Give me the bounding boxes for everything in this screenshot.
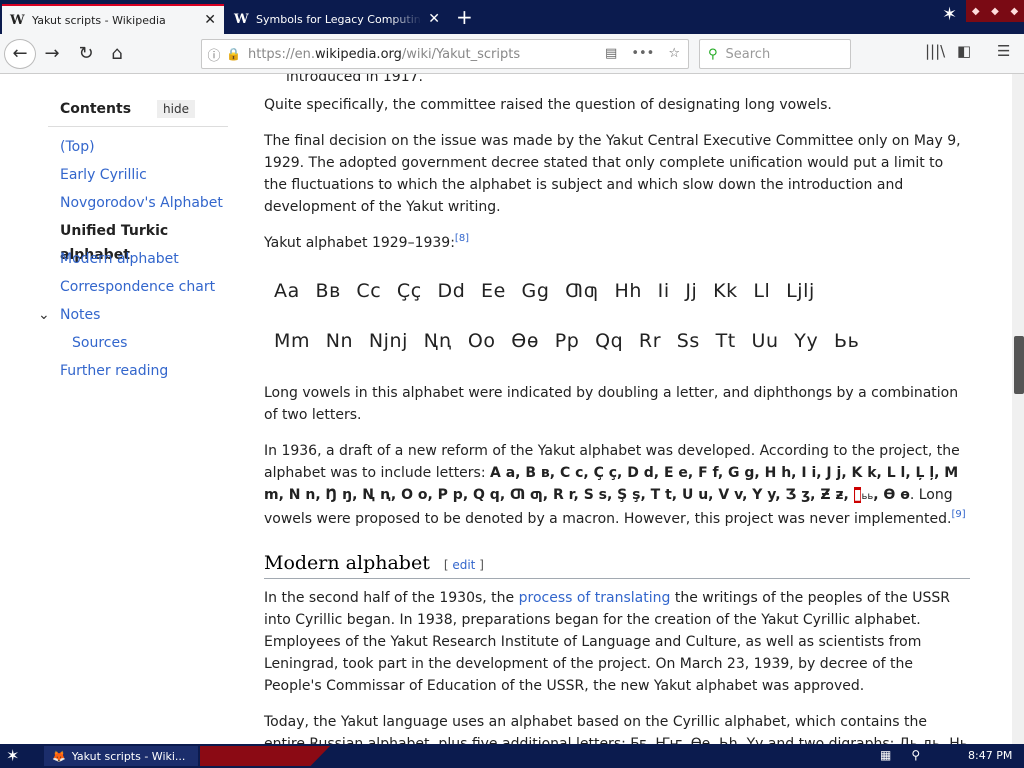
- toc-item-unified-turkic[interactable]: Unified Turkic alphabet: [48, 219, 228, 263]
- tab-symbols-legacy[interactable]: W Symbols for Legacy Computing - W ✕: [226, 4, 448, 34]
- window-controls: ◆ ◆ ◆: [966, 0, 1024, 22]
- paragraph: Yakut alphabet 1929–1939:[8]: [264, 232, 970, 254]
- lock-icon[interactable]: 🔒: [226, 47, 241, 61]
- table-of-contents: Contents hide (Top) Early Cyrillic Novgo…: [38, 96, 228, 387]
- reader-view-icon[interactable]: ▤: [605, 46, 617, 61]
- vertical-scrollbar[interactable]: [1012, 74, 1024, 744]
- taskbar-item-label: Yakut scripts - Wiki...: [71, 749, 186, 763]
- back-arrow-icon[interactable]: ←: [4, 39, 36, 69]
- toc-item-notes[interactable]: ⌄ Notes: [38, 303, 228, 331]
- reference-link[interactable]: [9]: [952, 509, 966, 520]
- scrollbar-thumb[interactable]: [1014, 336, 1024, 394]
- firefox-icon: 🦊: [52, 749, 66, 763]
- close-window-icon[interactable]: ◆: [1010, 6, 1018, 17]
- keyboard-icon[interactable]: ▦: [880, 748, 891, 762]
- tab-title: Symbols for Legacy Computing - W: [256, 12, 423, 26]
- paragraph: In 1936, a draft of a new reform of the …: [264, 440, 970, 530]
- paragraph-text: In the second half of the 1930s, the: [264, 590, 519, 606]
- article-body: introduced in 1917. Quite specifically, …: [264, 74, 970, 744]
- toc-item-top[interactable]: (Top): [48, 135, 228, 163]
- alphabet-row-1: Aa Bʙ Cc Çç Dd Ee Gg Ƣƣ Hh Ii Jj Kk Ll L…: [274, 280, 815, 302]
- toc-hide-button[interactable]: hide: [157, 100, 195, 118]
- toc-item-sources[interactable]: Sources: [48, 331, 228, 359]
- url-bar[interactable]: ⓘ 🔒 https://en.wikipedia.org/wiki/Yakut_…: [201, 39, 689, 69]
- edit-section: [ edit ]: [444, 554, 484, 576]
- small-glyph: ьь: [861, 491, 874, 502]
- toc-item-novgorodov[interactable]: Novgorodov's Alphabet: [48, 191, 228, 219]
- home-icon[interactable]: ⌂: [105, 42, 129, 66]
- taskbar-item-firefox[interactable]: 🦊 Yakut scripts - Wiki...: [44, 746, 198, 766]
- wikipedia-favicon-icon: W: [234, 11, 249, 27]
- toc-item-correspondence-chart[interactable]: Correspondence chart: [48, 275, 228, 303]
- url-text[interactable]: https://en.wikipedia.org/wiki/Yakut_scri…: [248, 47, 520, 62]
- reference-link[interactable]: [8]: [455, 233, 469, 244]
- taskbar-decoration: [200, 746, 330, 766]
- process-of-translating-link[interactable]: process of translating: [519, 590, 671, 606]
- clock[interactable]: 8:47 PM: [968, 749, 1012, 762]
- start-star-icon[interactable]: ✶: [6, 746, 19, 765]
- toc-title: Contents: [60, 101, 132, 117]
- toc-item-modern-alphabet[interactable]: Modern alphabet: [48, 247, 228, 275]
- chevron-down-icon[interactable]: ⌄: [38, 303, 50, 327]
- minimize-icon[interactable]: ◆: [972, 6, 980, 17]
- new-tab-icon[interactable]: +: [456, 4, 473, 30]
- close-icon[interactable]: ✕: [204, 12, 216, 28]
- toc-item-label: Notes: [60, 307, 101, 323]
- section-heading-modern-alphabet: Modern alphabet [ edit ]: [264, 544, 970, 579]
- search-icon: ⚲: [708, 46, 718, 62]
- clipped-list-item: introduced in 1917.: [286, 74, 423, 85]
- paragraph: Long vowels in this alphabet were indica…: [264, 385, 959, 423]
- toc-item-early-cyrillic[interactable]: Early Cyrillic: [48, 163, 228, 191]
- reload-icon[interactable]: ↻: [74, 42, 98, 66]
- menu-icon[interactable]: ☰: [997, 42, 1010, 60]
- tab-yakut-scripts[interactable]: W Yakut scripts - Wikipedia ✕: [2, 4, 224, 34]
- nav-toolbar: ← → ↻ ⌂ ⓘ 🔒 https://en.wikipedia.org/wik…: [0, 34, 1024, 74]
- page-content: Contents hide (Top) Early Cyrillic Novgo…: [0, 74, 1012, 744]
- taskbar: ✶ 🦊 Yakut scripts - Wiki... ▦ ⚲ 8:47 PM: [0, 744, 1024, 768]
- paragraph: Quite specifically, the committee raised…: [264, 97, 832, 113]
- firefox-tray-icon[interactable]: ⚲: [911, 748, 920, 762]
- close-icon[interactable]: ✕: [428, 11, 440, 27]
- search-placeholder: Search: [725, 46, 771, 62]
- tab-bar: W Yakut scripts - Wikipedia ✕ W Symbols …: [0, 0, 1024, 34]
- wikipedia-favicon-icon: W: [10, 12, 25, 28]
- heading-text: Modern alphabet: [264, 552, 430, 574]
- letter-list-end: , Ɵ ɵ: [873, 487, 910, 503]
- paragraph-text: Yakut alphabet 1929–1939:: [264, 235, 455, 251]
- paragraph: Today, the Yakut language uses an alphab…: [264, 714, 969, 744]
- info-icon[interactable]: ⓘ: [202, 45, 226, 64]
- system-tray: ▦ ⚲: [880, 748, 920, 762]
- search-input[interactable]: ⚲ Search: [699, 39, 851, 69]
- tab-title: Yakut scripts - Wikipedia: [32, 13, 166, 27]
- edit-link[interactable]: edit: [452, 558, 475, 572]
- start-star-icon: ✶: [942, 4, 958, 25]
- alphabet-row-2: Mm Nn Njnj Ꞑꞑ Oo Ɵɵ Pp Qq Rr Ss Tt Uu Yy…: [274, 330, 860, 352]
- maximize-icon[interactable]: ◆: [991, 6, 999, 17]
- toc-item-further-reading[interactable]: Further reading: [48, 359, 228, 387]
- sidebar-icon[interactable]: ◧: [957, 42, 971, 60]
- paragraph: The final decision on the issue was made…: [264, 133, 961, 215]
- bracket: ]: [475, 558, 484, 572]
- library-icon[interactable]: |||\: [925, 42, 945, 60]
- forward-arrow-icon[interactable]: →: [40, 42, 64, 66]
- paragraph: In the second half of the 1930s, the pro…: [264, 587, 970, 697]
- page-actions-icon[interactable]: •••: [631, 46, 654, 61]
- bookmark-star-icon[interactable]: ☆: [668, 46, 680, 61]
